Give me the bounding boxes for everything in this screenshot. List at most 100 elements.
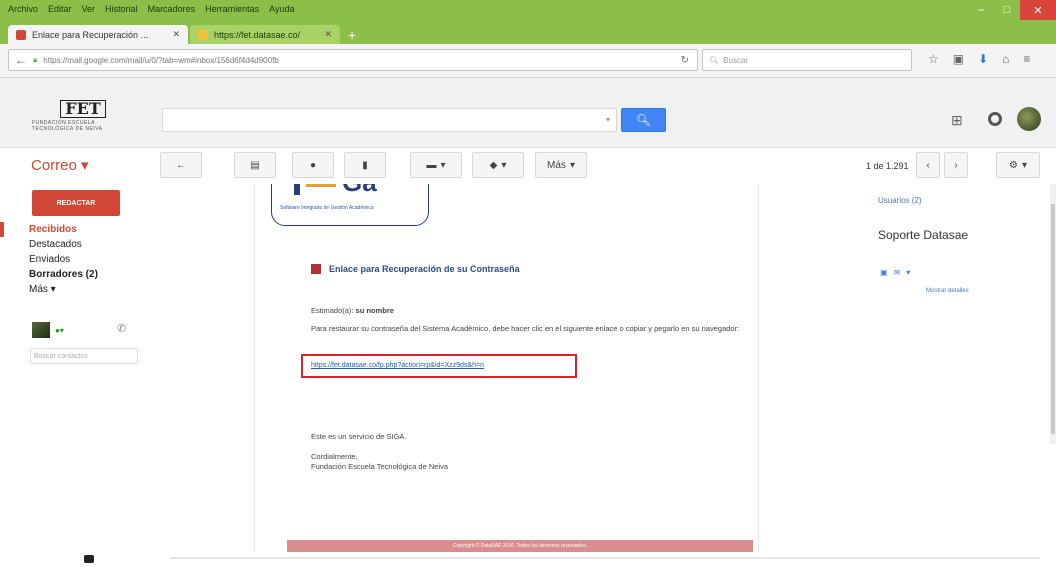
fet-logo[interactable]: FET FUNDACIÓN ESCUELA TECNOLÓGICA DE NEI… [32, 100, 134, 144]
page-scrollbar[interactable] [1050, 184, 1056, 444]
home-icon[interactable]: ⌂ [1002, 52, 1009, 66]
scrollbar-thumb[interactable] [1051, 204, 1055, 434]
hamburger-menu-icon[interactable]: ≡ [1023, 52, 1030, 66]
video-icon[interactable]: ▣ [880, 268, 888, 277]
minimize-icon[interactable]: – [968, 0, 994, 20]
download-icon[interactable]: ⬇ [978, 52, 988, 66]
more-button[interactable]: Más ▾ [535, 152, 587, 178]
signature: Fundación Escuela Tecnológica de Neiva [311, 462, 449, 471]
browser-toolbar-icons: ☆ ▣ ⬇ ⌂ ≡ [928, 52, 1030, 66]
folder-icon: ▬ [426, 159, 437, 171]
menu-herramientas[interactable]: Herramientas [205, 4, 259, 18]
email-footer: Copyright © DataSAE 2016. Todos los dere… [287, 540, 753, 552]
newer-button[interactable]: ‹ [916, 152, 940, 178]
chevron-down-icon: ▾ [569, 159, 575, 171]
mail-search-input[interactable]: ▾ [162, 108, 617, 132]
older-button[interactable]: › [944, 152, 968, 178]
reload-icon[interactable]: ↻ [681, 55, 689, 66]
search-button[interactable]: 🔍︎ [621, 108, 666, 132]
spam-icon: ● [309, 159, 317, 171]
address-bar[interactable]: ← 🔒︎ https://mail.google.com/mail/u/0/?t… [8, 49, 698, 71]
sidebar-item-enviados[interactable]: Enviados [29, 254, 70, 265]
divider [170, 557, 1040, 559]
search-icon: 🔍︎ [709, 55, 720, 65]
siga-logo-bar [294, 184, 300, 195]
service-note: Este es un servicio de SIGA. [311, 432, 407, 441]
settings-button[interactable]: ⚙ ▾ [996, 152, 1040, 178]
close-tab-icon[interactable]: ✕ [324, 29, 332, 40]
closing: Cordialmente, [311, 452, 358, 461]
gmail-header: FET FUNDACIÓN ESCUELA TECNOLÓGICA DE NEI… [0, 78, 1056, 148]
sidebar-item-borradores[interactable]: Borradores (2) [29, 269, 98, 280]
labels-button[interactable]: ◆ ▾ [472, 152, 524, 178]
maximize-icon[interactable]: □ [994, 0, 1020, 20]
tab-datasae[interactable]: https://fet.datasae.co/ ✕ [190, 25, 340, 44]
bookmark-star-icon[interactable]: ☆ [928, 52, 939, 66]
reading-list-icon[interactable]: ▣ [953, 52, 964, 66]
more-label: Más [547, 159, 566, 171]
users-link[interactable]: Usuarios (2) [878, 196, 922, 205]
contact-panel: Usuarios (2) Soporte Datasae ▣ ✉ ▾ Mostr… [870, 184, 1050, 567]
menu-marcadores[interactable]: Marcadores [148, 4, 196, 18]
back-arrow-icon: ← [176, 159, 186, 171]
label-icon: ◆ [489, 159, 498, 171]
menu-editar[interactable]: Editar [48, 4, 72, 18]
menu-ver[interactable]: Ver [82, 4, 96, 18]
show-details-link[interactable]: Mostrar detalles [926, 288, 969, 294]
compose-button[interactable]: REDACTAR [32, 190, 120, 216]
siga-logo-subtitle: Software Integrado de Gestión Académica [280, 205, 374, 211]
chevron-down-icon[interactable]: ▾ [906, 268, 910, 277]
move-to-button[interactable]: ▬ ▾ [410, 152, 462, 178]
gmail-favicon-icon [16, 29, 26, 40]
tab-recuperacion[interactable]: Enlace para Recuperación ... ✕ [8, 25, 188, 44]
page-favicon-icon [198, 29, 208, 40]
notifications-icon[interactable] [988, 112, 1002, 126]
sidebar-item-recibidos[interactable]: Recibidos [29, 224, 77, 235]
sidebar-item-destacados[interactable]: Destacados [29, 239, 82, 250]
chevron-down-icon: ▾ [501, 159, 507, 171]
new-tab-button[interactable]: + [342, 25, 362, 44]
recovery-link[interactable]: https://fet.datasae.co/fp.php?action=rp&… [311, 362, 484, 369]
back-arrow-icon[interactable]: ← [15, 53, 27, 67]
correo-label: Correo [31, 157, 77, 174]
apps-grid-icon[interactable]: ⊞ [951, 112, 963, 129]
contacts-search-input[interactable]: Buscar contactos [30, 348, 138, 364]
archive-button[interactable]: ▤ [234, 152, 276, 178]
search-icon: 🔍︎ [635, 113, 652, 127]
close-tab-icon[interactable]: ✕ [172, 29, 180, 40]
menu-archivo[interactable]: Archivo [8, 4, 38, 18]
trash-icon: ▮ [362, 159, 368, 171]
navigation-bar: ← 🔒︎ https://mail.google.com/mail/u/0/?t… [0, 44, 1056, 78]
browser-search-input[interactable]: 🔍︎ Buscar [702, 49, 912, 71]
chat-bubble-icon[interactable] [84, 555, 94, 563]
contact-actions: ▣ ✉ ▾ [880, 268, 910, 277]
sidebar-item-mas[interactable]: Más ▾ [29, 284, 56, 295]
chat-user-avatar[interactable] [32, 322, 50, 338]
chevron-down-icon: ▾ [440, 159, 446, 171]
siga-logo-ga: Ga [342, 184, 377, 198]
menu-ayuda[interactable]: Ayuda [269, 4, 294, 18]
report-spam-button[interactable]: ● [292, 152, 334, 178]
chevron-left-icon: ‹ [926, 159, 930, 171]
gear-icon: ⚙ [1009, 159, 1018, 171]
mail-toolbar: Correo ▾ ← ▤ ● ▮ ▬ ▾ ◆ ▾ Más ▾ 1 de 1.291 ‹… [0, 148, 1056, 184]
greeting: Estimado(a): su nombre [311, 306, 394, 316]
avatar[interactable] [1017, 107, 1041, 131]
archive-icon: ▤ [250, 159, 260, 171]
email-icon[interactable]: ✉ [894, 268, 901, 277]
chat-status-icon[interactable]: ●▾ [55, 326, 64, 335]
phone-icon[interactable]: ✆ [117, 322, 126, 335]
browser-titlebar: Archivo Editar Ver Historial Marcadores … [0, 0, 1056, 44]
correo-menu[interactable]: Correo ▾ [31, 156, 89, 174]
email-message: Ga Software Integrado de Gestión Académi… [254, 184, 759, 552]
search-placeholder: Buscar [723, 55, 749, 65]
mas-label: Más [29, 284, 48, 295]
back-to-inbox-button[interactable]: ← [160, 152, 202, 178]
delete-button[interactable]: ▮ [344, 152, 386, 178]
email-body-text: Para restaurar su contraseña del Sistema… [311, 324, 740, 333]
close-window-icon[interactable]: ✕ [1020, 0, 1056, 20]
menu-historial[interactable]: Historial [105, 4, 138, 18]
active-folder-marker [0, 222, 4, 237]
search-options-icon[interactable]: ▾ [606, 115, 610, 124]
chevron-down-icon: ▾ [1021, 159, 1027, 171]
